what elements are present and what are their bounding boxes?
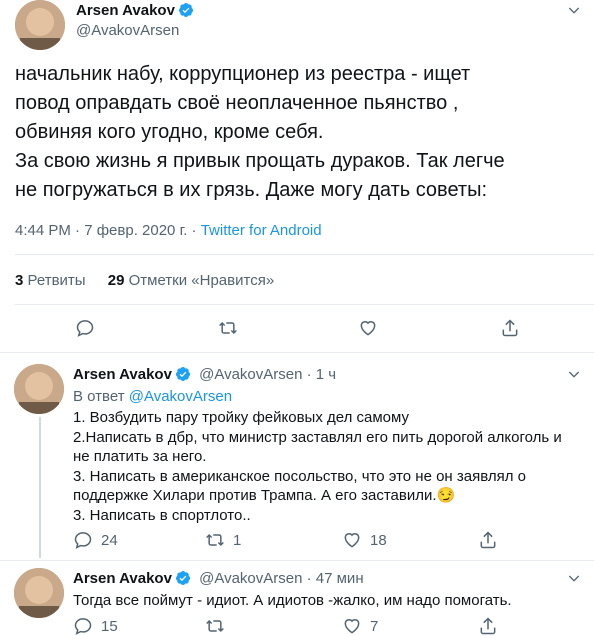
verified-badge-icon bbox=[175, 367, 190, 381]
divider bbox=[0, 560, 594, 561]
retweets-stat[interactable]: 3 Ретвиты bbox=[15, 272, 86, 289]
share-icon bbox=[502, 319, 518, 337]
share-button[interactable] bbox=[478, 530, 498, 550]
heart-icon bbox=[344, 619, 360, 634]
divider bbox=[15, 304, 594, 305]
reply-text: Тогда все поймут - идиот. А идиотов -жал… bbox=[73, 592, 512, 609]
share-button[interactable] bbox=[500, 318, 520, 338]
author-name[interactable]: Arsen Avakov bbox=[73, 366, 172, 383]
reply-to-handle[interactable]: @AvakovArsen bbox=[129, 388, 232, 405]
thread-line bbox=[39, 417, 41, 558]
retweet-icon bbox=[206, 619, 224, 633]
author-name[interactable]: Arsen Avakov bbox=[76, 2, 194, 19]
like-count: 18 bbox=[370, 531, 387, 549]
author-name[interactable]: Arsen Avakov bbox=[73, 570, 172, 587]
reply-header: Arsen Avakov @AvakovArsen · 1 ч bbox=[73, 366, 336, 383]
reply-icon bbox=[74, 618, 92, 635]
heart-icon bbox=[344, 533, 360, 548]
retweet-button[interactable] bbox=[218, 318, 238, 338]
retweet-icon bbox=[219, 321, 237, 335]
share-icon bbox=[480, 531, 496, 549]
avatar[interactable] bbox=[15, 0, 65, 50]
verified-badge-icon bbox=[175, 571, 190, 585]
reply-button[interactable]: 24 bbox=[73, 530, 118, 550]
reply-button[interactable]: 15 bbox=[73, 616, 118, 636]
heart-icon bbox=[360, 321, 376, 336]
reply-meta[interactable]: @AvakovArsen · 1 ч bbox=[199, 366, 336, 383]
reply-count: 15 bbox=[101, 617, 118, 635]
reply-icon bbox=[76, 320, 94, 337]
share-icon bbox=[480, 617, 496, 635]
chevron-down-icon[interactable] bbox=[566, 366, 582, 382]
retweet-count: 1 bbox=[233, 531, 242, 549]
engagement-stats: 3 Ретвиты 29 Отметки «Нравится» bbox=[15, 272, 274, 289]
reply-header: Arsen Avakov @AvakovArsen · 47 мин bbox=[73, 570, 364, 587]
retweet-button[interactable]: 1 bbox=[205, 530, 241, 550]
divider bbox=[15, 254, 594, 255]
like-count: 7 bbox=[370, 617, 379, 635]
divider bbox=[0, 352, 594, 353]
author-handle[interactable]: @AvakovArsen bbox=[76, 22, 179, 39]
like-button[interactable] bbox=[358, 318, 378, 338]
source-link[interactable]: Twitter for Android bbox=[201, 222, 322, 239]
reply-to-label: В ответ @AvakovArsen bbox=[73, 388, 233, 405]
retweet-icon bbox=[206, 533, 224, 547]
share-button[interactable] bbox=[478, 616, 498, 636]
avatar[interactable] bbox=[14, 364, 64, 414]
likes-stat[interactable]: 29 Отметки «Нравится» bbox=[108, 272, 274, 289]
like-button[interactable]: 7 bbox=[342, 616, 378, 636]
reply-count: 24 bbox=[101, 531, 118, 549]
reply-icon bbox=[74, 532, 92, 549]
avatar[interactable] bbox=[14, 568, 64, 618]
chevron-down-icon[interactable] bbox=[566, 570, 582, 586]
reply-button[interactable] bbox=[75, 318, 95, 338]
timestamp[interactable]: 4:44 PM · 7 февр. 2020 г. · bbox=[15, 222, 201, 239]
like-button[interactable]: 18 bbox=[342, 530, 387, 550]
verified-badge-icon bbox=[178, 3, 193, 17]
chevron-down-icon[interactable] bbox=[566, 2, 582, 18]
reply-text: 1. Возбудить пару тройку фейковых дел са… bbox=[73, 409, 562, 524]
tweet-text: начальник набу, коррупционер из реестра … bbox=[15, 63, 505, 201]
reply-meta[interactable]: @AvakovArsen · 47 мин bbox=[199, 570, 364, 587]
tweet-timestamp: 4:44 PM · 7 февр. 2020 г. · Twitter for … bbox=[15, 222, 322, 239]
retweet-button[interactable] bbox=[205, 616, 225, 636]
